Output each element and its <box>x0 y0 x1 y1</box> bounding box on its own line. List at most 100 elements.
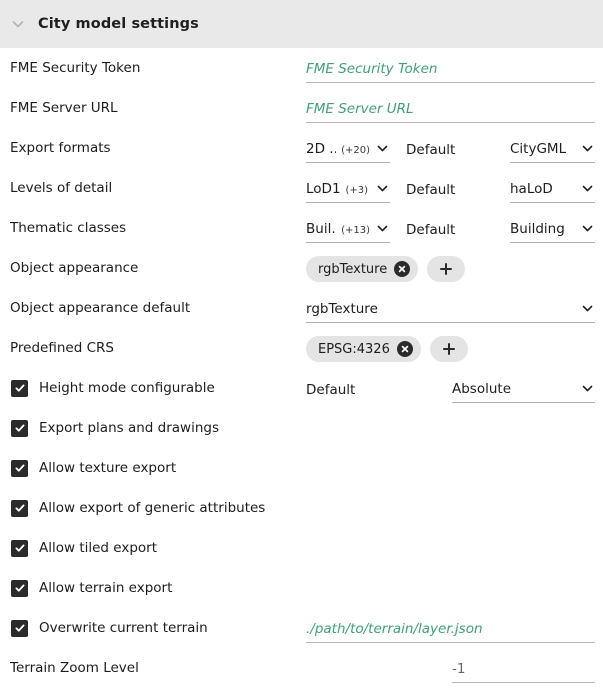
label-overwrite-current-terrain: Overwrite current terrain <box>39 620 208 636</box>
label-object-appearance: Object appearance <box>10 260 139 276</box>
value-export-formats: 2D ... (+20) Default CityGML <box>306 128 603 168</box>
thematic-classes-default-select[interactable]: Building <box>510 215 595 243</box>
row-export-formats: Export formats 2D ... (+20) Default City… <box>0 128 603 168</box>
height-mode-default-label: Default <box>306 382 356 398</box>
levels-of-detail-default-label: Default <box>406 182 456 198</box>
row-overwrite-current-terrain: Overwrite current terrain ./path/to/terr… <box>0 608 603 648</box>
value-object-appearance: rgbTexture <box>306 248 603 288</box>
fme-server-url-input[interactable]: FME Server URL <box>306 95 595 123</box>
checkbox-checked-icon[interactable] <box>11 619 28 637</box>
checkbox-allow-terrain-export[interactable]: Allow terrain export <box>0 579 306 597</box>
checkbox-checked-icon[interactable] <box>11 499 28 517</box>
row-allow-tiled-export: Allow tiled export <box>0 528 603 568</box>
row-export-plans-and-drawings: Export plans and drawings <box>0 408 603 448</box>
chevron-down-icon <box>582 225 593 232</box>
value-terrain-zoom-level: -1 <box>306 648 603 688</box>
row-allow-terrain-export: Allow terrain export <box>0 568 603 608</box>
thematic-classes-select[interactable]: Buil... (+13) <box>306 215 390 243</box>
fme-security-token-placeholder: FME Security Token <box>306 60 438 77</box>
row-object-appearance: Object appearance rgbTexture <box>0 248 603 288</box>
export-formats-select[interactable]: 2D ... (+20) <box>306 135 390 163</box>
export-formats-count-badge: (+20) <box>341 144 370 156</box>
levels-of-detail-count-badge: (+3) <box>345 184 369 196</box>
fme-security-token-input[interactable]: FME Security Token <box>306 55 595 83</box>
row-allow-texture-export: Allow texture export <box>0 448 603 488</box>
chip-item[interactable]: rgbTexture <box>306 256 419 282</box>
height-mode-default-value: Absolute <box>452 380 512 397</box>
row-thematic-classes: Thematic classes Buil... (+13) Default B… <box>0 208 603 248</box>
thematic-classes-count-badge: (+13) <box>341 224 370 236</box>
predefined-crs-add-button[interactable] <box>429 336 468 362</box>
thematic-classes-selection: Buil... <box>306 220 336 237</box>
value-thematic-classes: Buil... (+13) Default Building <box>306 208 603 248</box>
fme-server-url-placeholder: FME Server URL <box>306 100 414 117</box>
value-allow-tiled-export <box>306 528 603 568</box>
label-object-appearance-default: Object appearance default <box>10 300 191 316</box>
export-formats-default-select[interactable]: CityGML <box>510 135 595 163</box>
row-object-appearance-default: Object appearance default rgbTexture <box>0 288 603 328</box>
levels-of-detail-selection: LoD1 <box>306 180 341 197</box>
value-export-plans-and-drawings <box>306 408 603 448</box>
terrain-zoom-level-input[interactable]: -1 <box>452 655 595 683</box>
checkbox-checked-icon[interactable] <box>11 419 28 437</box>
checkbox-allow-tiled-export[interactable]: Allow tiled export <box>0 539 306 557</box>
checkbox-overwrite-current-terrain[interactable]: Overwrite current terrain <box>0 619 306 637</box>
chip-item[interactable]: EPSG:4326 <box>306 336 421 362</box>
label-export-formats: Export formats <box>10 140 111 156</box>
label-export-plans-and-drawings: Export plans and drawings <box>39 420 219 436</box>
chevron-down-icon <box>582 385 593 392</box>
terrain-path-placeholder: ./path/to/terrain/layer.json <box>306 620 483 637</box>
terrain-path-input[interactable]: ./path/to/terrain/layer.json <box>306 615 595 643</box>
plus-icon <box>440 263 453 275</box>
levels-of-detail-select[interactable]: LoD1 (+3) <box>306 175 390 203</box>
row-height-mode-configurable: Height mode configurable Default Absolut… <box>0 368 603 408</box>
checkbox-checked-icon[interactable] <box>11 539 28 557</box>
export-formats-default-value: CityGML <box>510 140 567 157</box>
label-fme-security-token: FME Security Token <box>10 60 141 76</box>
label-levels-of-detail: Levels of detail <box>10 180 113 196</box>
value-allow-export-generic-attributes <box>306 488 603 528</box>
row-fme-security-token: FME Security Token FME Security Token <box>0 48 603 88</box>
checkbox-allow-texture-export[interactable]: Allow texture export <box>0 459 306 477</box>
value-object-appearance-default: rgbTexture <box>306 288 603 328</box>
checkbox-checked-icon[interactable] <box>11 379 28 397</box>
label-allow-terrain-export: Allow terrain export <box>39 580 173 596</box>
checkbox-checked-icon[interactable] <box>11 579 28 597</box>
chip-label: EPSG:4326 <box>318 341 390 357</box>
value-fme-security-token: FME Security Token <box>306 48 603 88</box>
chevron-down-icon[interactable] <box>10 16 26 32</box>
predefined-crs-chip-list: EPSG:4326 <box>306 335 468 363</box>
checkbox-export-plans-and-drawings[interactable]: Export plans and drawings <box>0 419 306 437</box>
label-thematic-classes: Thematic classes <box>10 220 127 236</box>
settings-rows: FME Security Token FME Security Token FM… <box>0 48 603 688</box>
thematic-classes-default-label: Default <box>406 222 456 238</box>
value-levels-of-detail: LoD1 (+3) Default haLoD <box>306 168 603 208</box>
object-appearance-chip-list: rgbTexture <box>306 255 466 283</box>
value-fme-server-url: FME Server URL <box>306 88 603 128</box>
section-header[interactable]: City model settings <box>0 0 603 48</box>
export-formats-default-label: Default <box>406 142 456 158</box>
label-fme-server-url: FME Server URL <box>10 100 118 116</box>
value-height-mode-configurable: Default Absolute <box>306 368 603 408</box>
object-appearance-default-value: rgbTexture <box>306 300 378 317</box>
object-appearance-add-button[interactable] <box>427 256 466 282</box>
checkbox-allow-export-generic-attributes[interactable]: Allow export of generic attributes <box>0 499 306 517</box>
chip-label: rgbTexture <box>318 261 388 277</box>
close-icon[interactable] <box>396 341 413 357</box>
plus-icon <box>442 343 455 355</box>
row-predefined-crs: Predefined CRS EPSG:4326 <box>0 328 603 368</box>
close-icon[interactable] <box>394 261 411 277</box>
checkbox-height-mode-configurable[interactable]: Height mode configurable <box>0 379 306 397</box>
row-fme-server-url: FME Server URL FME Server URL <box>0 88 603 128</box>
label-allow-tiled-export: Allow tiled export <box>39 540 158 556</box>
label-allow-export-generic-attributes: Allow export of generic attributes <box>39 500 266 516</box>
chevron-down-icon <box>582 305 593 312</box>
object-appearance-default-select[interactable]: rgbTexture <box>306 295 595 323</box>
height-mode-default-select[interactable]: Absolute <box>452 375 595 403</box>
checkbox-checked-icon[interactable] <box>11 459 28 477</box>
chevron-down-icon <box>377 185 388 192</box>
value-overwrite-current-terrain: ./path/to/terrain/layer.json <box>306 608 603 648</box>
chevron-down-icon <box>377 145 388 152</box>
levels-of-detail-default-select[interactable]: haLoD <box>510 175 595 203</box>
chevron-down-icon <box>582 145 593 152</box>
